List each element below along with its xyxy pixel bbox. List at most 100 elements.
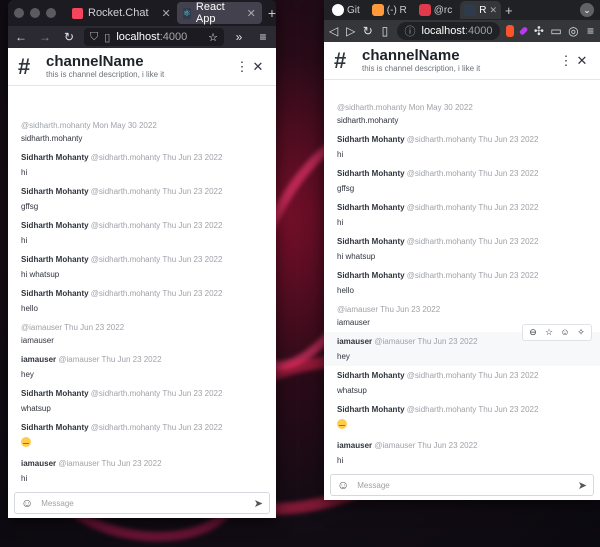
close-window-button[interactable] [14,8,24,18]
maximize-window-button[interactable] [46,8,56,18]
message-author[interactable]: Sidharth Mohanty [21,153,89,162]
message-body: sidharth.mohanty [21,134,83,143]
close-tab-icon[interactable]: ✕ [162,7,171,20]
message-body: hi [337,456,344,465]
sidebar-icon[interactable]: ▭ [550,24,561,38]
extensions-icon[interactable]: ✣ [533,24,544,38]
tab-github[interactable]: Git [328,1,364,19]
emoji-icon[interactable]: ☺ [558,327,572,338]
message-body: whatsup [337,386,367,395]
message-author[interactable]: iamauser [337,337,372,346]
close-tab-icon[interactable]: ✕ [490,5,498,16]
tab-reddit[interactable]: (-) R [368,1,411,19]
message-username: @sidharth.mohanty [406,203,477,212]
emoji-picker-icon[interactable]: ☺ [337,478,349,492]
menu-hamburger-icon[interactable]: ≡ [254,30,272,44]
message-username: @sidharth.mohanty [90,255,161,264]
message-author[interactable]: Sidharth Mohanty [21,423,89,432]
message-author[interactable]: Sidharth Mohanty [337,271,405,280]
back-arrow-icon[interactable]: ◁ [328,24,339,38]
message-author[interactable]: Sidharth Mohanty [21,187,89,196]
bookmark-star-icon[interactable]: ☆ [208,31,218,44]
message-timestamp: Thu Jun 23 2022 [478,203,539,212]
message-username: @sidharth.mohanty [406,237,477,246]
message-author[interactable]: Sidharth Mohanty [337,371,405,380]
message-list: @sidharth.mohanty Mon May 30 2022 sidhar… [324,98,600,470]
send-icon[interactable]: ➤ [578,479,587,492]
tab-react-app[interactable]: R ✕ [460,1,502,19]
bookmark-icon[interactable]: ▯ [379,24,390,38]
forward-arrow-icon[interactable]: → [36,30,54,44]
reply-thread-icon[interactable]: ⊖ [526,327,540,338]
message-input-placeholder[interactable]: Message [41,499,73,508]
reload-icon[interactable]: ↻ [362,24,373,38]
message-composer[interactable]: ☺ Message ➤ [330,474,594,496]
new-tab-button[interactable]: + [505,3,513,18]
address-bar[interactable]: ⓘ localhost:4000 [396,22,501,40]
message-input-placeholder[interactable]: Message [357,481,389,490]
tab-rocketchat[interactable]: Rocket.Chat ✕ [66,2,177,24]
message-author[interactable]: Sidharth Mohanty [21,255,89,264]
message-author[interactable]: Sidharth Mohanty [337,237,405,246]
react-favicon-icon [464,4,477,16]
back-arrow-icon[interactable]: ← [12,30,30,44]
message-timestamp: Thu Jun 23 2022 [162,221,223,230]
message-body: gffsg [21,202,39,211]
new-tab-button[interactable]: + [268,5,276,21]
star-icon[interactable]: ☆ [542,327,556,338]
message-timestamp: Mon May 30 2022 [408,103,473,112]
message-author[interactable]: iamauser [337,441,372,450]
tab-react-app[interactable]: ⚛ React App ✕ [176,1,262,25]
tab-rocketchat[interactable]: @rc [415,1,456,19]
hash-icon: # [18,53,31,79]
message-body: hi [21,474,28,483]
message-author[interactable]: iamauser [21,355,56,364]
message-timestamp: Thu Jun 23 2022 [478,135,539,144]
close-tab-icon[interactable]: ✕ [247,7,256,20]
rewards-icon[interactable] [518,26,529,36]
message-author[interactable]: Sidharth Mohanty [21,289,89,298]
message-author[interactable]: Sidharth Mohanty [337,203,405,212]
tab-label: @rc [433,4,453,16]
message-timestamp: Thu Jun 23 2022 [417,337,478,346]
hash-icon: # [334,47,347,73]
message-body: hello [337,286,354,295]
overflow-chevrons-icon[interactable]: » [230,30,248,44]
profile-icon[interactable]: ◎ [568,24,579,38]
url-port: :4000 [159,31,188,43]
shield-icon: ⛉ [90,30,99,43]
rocketchat-favicon-icon [418,4,431,16]
tab-search-icon[interactable]: ⌄ [580,3,594,17]
forward-arrow-icon[interactable]: ▷ [345,24,356,38]
reload-icon[interactable]: ↻ [60,30,78,44]
message-item: Sidharth Mohanty @sidharth.mohanty Thu J… [8,182,276,216]
message-body: hey [21,370,34,379]
message-item: Sidharth Mohanty @sidharth.mohanty Thu J… [324,400,600,436]
message-author[interactable]: Sidharth Mohanty [337,169,405,178]
kebab-menu-icon[interactable]: ⋮ [558,53,574,69]
close-icon[interactable]: ✕ [250,59,266,75]
address-bar[interactable]: ⛉ ▯ localhost:4000 ☆ [84,28,224,46]
minimize-window-button[interactable] [30,8,40,18]
kebab-menu-icon[interactable]: ⋮ [234,59,250,75]
close-icon[interactable]: ✕ [574,53,590,69]
pin-icon[interactable]: ✧ [574,327,588,338]
message-author[interactable]: Sidharth Mohanty [21,221,89,230]
message-body: sidharth.mohanty [337,116,399,125]
message-timestamp: Thu Jun 23 2022 [162,423,223,432]
brave-shield-icon[interactable] [506,25,514,37]
tab-bar: Rocket.Chat ✕ ⚛ React App ✕ + [8,0,276,26]
emoji-picker-icon[interactable]: ☺ [21,496,33,510]
tab-bar: Git (-) R @rc R ✕ + ⌄ [324,0,600,20]
tab-label: Rocket.Chat [88,7,149,19]
github-icon [332,4,344,16]
message-author[interactable]: Sidharth Mohanty [337,405,405,414]
message-author[interactable]: Sidharth Mohanty [337,135,405,144]
message-author[interactable]: iamauser [21,459,56,468]
send-icon[interactable]: ➤ [254,497,263,510]
message-username: @sidharth.mohanty [337,103,407,112]
menu-icon[interactable]: ≡ [585,24,596,38]
message-timestamp: Thu Jun 23 2022 [478,371,539,380]
message-composer[interactable]: ☺ Message ➤ [14,492,270,514]
message-author[interactable]: Sidharth Mohanty [21,389,89,398]
